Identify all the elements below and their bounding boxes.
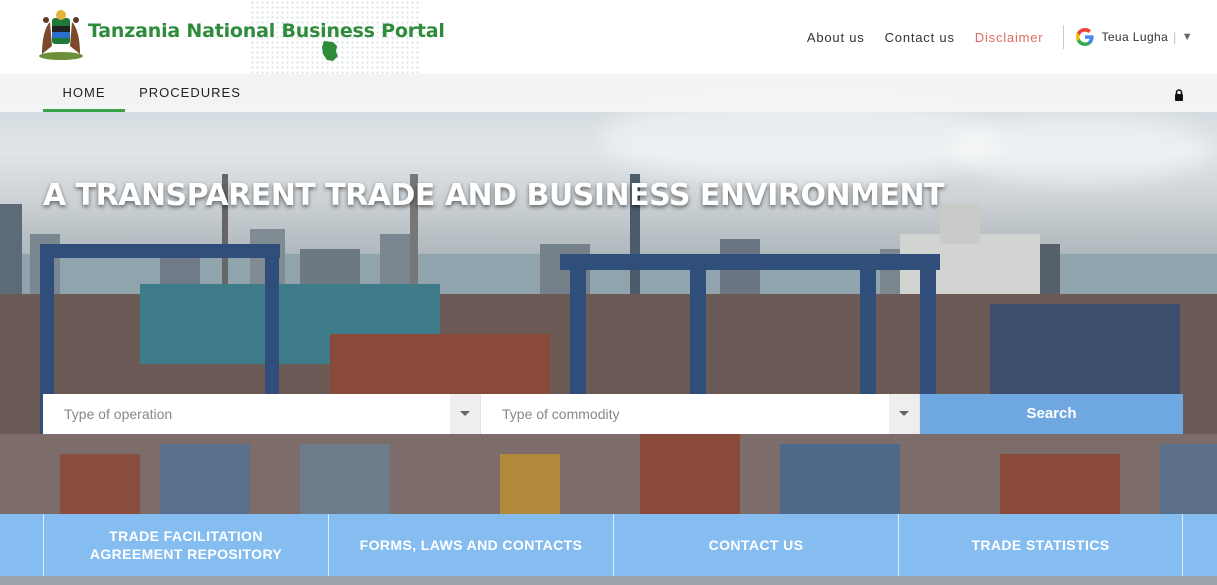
tile-trade-statistics[interactable]: TRADE STATISTICS bbox=[898, 514, 1183, 576]
operation-type-placeholder: Type of operation bbox=[64, 406, 173, 422]
chevron-down-icon: ▼ bbox=[1181, 31, 1193, 43]
footer-strip bbox=[0, 576, 1217, 585]
logo[interactable]: Tanzania National Business Portal bbox=[36, 6, 445, 62]
tile-label-line2: AGREEMENT REPOSITORY bbox=[89, 546, 283, 562]
lock-icon[interactable] bbox=[1174, 89, 1184, 101]
disclaimer-link[interactable]: Disclaimer bbox=[975, 30, 1044, 45]
divider bbox=[1063, 25, 1065, 49]
chevron-down-icon[interactable] bbox=[889, 394, 919, 434]
tile-contact-us[interactable]: CONTACT US bbox=[613, 514, 898, 576]
search-button[interactable]: Search bbox=[920, 394, 1183, 434]
tile-label: FORMS, LAWS AND CONTACTS bbox=[359, 537, 583, 553]
tile-trade-facilitation[interactable]: TRADE FACILITATION AGREEMENT REPOSITORY bbox=[43, 514, 328, 576]
tanzania-map-icon bbox=[322, 41, 338, 61]
tile-label: CONTACT US bbox=[708, 537, 804, 553]
quick-links: TRADE FACILITATION AGREEMENT REPOSITORY … bbox=[0, 514, 1217, 576]
nav-item-procedures[interactable]: PROCEDURES bbox=[133, 74, 247, 112]
nav-item-home[interactable]: HOME bbox=[43, 74, 125, 112]
contact-us-link[interactable]: Contact us bbox=[885, 30, 955, 45]
language-selector[interactable]: Teua Lugha | ▼ bbox=[1076, 28, 1193, 46]
container-yard bbox=[0, 244, 1217, 514]
site-title: Tanzania National Business Portal bbox=[88, 20, 445, 42]
hero-banner: A TRANSPARENT TRADE AND BUSINESS ENVIRON… bbox=[0, 74, 1217, 514]
main-nav: HOME PROCEDURES bbox=[0, 74, 1217, 112]
about-us-link[interactable]: About us bbox=[807, 30, 865, 45]
site-header: Tanzania National Business Portal About … bbox=[0, 0, 1217, 74]
tile-label: TRADE STATISTICS bbox=[971, 537, 1110, 553]
hero-title: A TRANSPARENT TRADE AND BUSINESS ENVIRON… bbox=[43, 178, 945, 213]
coat-of-arms-icon bbox=[39, 10, 83, 60]
search-bar: Type of operation Type of commodity Sear… bbox=[43, 394, 1183, 434]
language-separator: | bbox=[1173, 30, 1177, 44]
tile-label-line1: TRADE FACILITATION bbox=[109, 528, 263, 544]
operation-type-select[interactable]: Type of operation bbox=[43, 394, 481, 434]
language-label: Teua Lugha bbox=[1101, 30, 1169, 44]
top-links: About us Contact us Disclaimer Teua Lugh… bbox=[787, 0, 1217, 74]
chevron-down-icon[interactable] bbox=[450, 394, 480, 434]
commodity-type-placeholder: Type of commodity bbox=[502, 406, 620, 422]
google-icon bbox=[1076, 28, 1095, 46]
commodity-type-select[interactable]: Type of commodity bbox=[481, 394, 920, 434]
tile-forms-laws-contacts[interactable]: FORMS, LAWS AND CONTACTS bbox=[328, 514, 613, 576]
